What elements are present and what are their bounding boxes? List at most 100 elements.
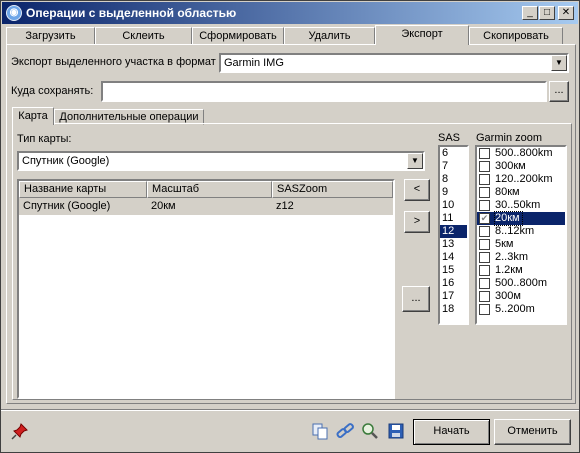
list-item[interactable]: 500..800m — [477, 277, 565, 290]
dialog-window: ◉ Операции с выделенной областью _ □ ✕ З… — [0, 0, 580, 453]
window-title: Операции с выделенной областью — [26, 6, 237, 20]
operations-tabs: Загрузить Склеить Сформировать Удалить Э… — [6, 25, 576, 45]
list-item[interactable]: 120..200km — [477, 173, 565, 186]
list-item[interactable]: 7 — [440, 160, 467, 173]
list-item-label: 300км — [495, 160, 526, 172]
checkbox[interactable] — [479, 252, 490, 263]
list-item[interactable]: 17 — [440, 290, 467, 303]
sas-label: SAS — [438, 132, 461, 144]
list-item-label: 20км — [494, 211, 523, 226]
cell-scale: 20км — [151, 200, 176, 212]
close-button[interactable]: ✕ — [558, 6, 574, 20]
maps-table: Название карты Масштаб SASZoom Спутник (… — [17, 179, 395, 399]
copy-icon[interactable] — [311, 422, 329, 440]
list-item-selected[interactable]: ✔ 20км — [477, 211, 565, 226]
footer-divider — [1, 409, 579, 411]
map-type-value: Спутник (Google) — [22, 155, 110, 167]
tab-merge[interactable]: Склеить — [95, 27, 192, 45]
list-item[interactable]: 5км — [477, 238, 565, 251]
garmin-zoom-list[interactable]: 500..800km 300км 120..200km 80км 30..50k… — [475, 145, 567, 325]
title-bar[interactable]: ◉ Операции с выделенной областью _ □ ✕ — [2, 2, 578, 24]
map-type-label: Тип карты: — [17, 133, 72, 145]
list-item-selected[interactable]: 12 — [440, 225, 467, 238]
list-item-label: 8..12km — [495, 225, 535, 237]
list-item[interactable]: 6 — [440, 147, 467, 160]
list-item-label: 30..50km — [495, 199, 541, 211]
browse-button[interactable]: ... — [549, 81, 569, 102]
list-item-label: 500..800km — [495, 147, 553, 159]
tab-generate[interactable]: Сформировать — [192, 27, 284, 45]
list-item[interactable]: 500..800km — [477, 147, 565, 160]
list-item[interactable]: 1.2км — [477, 264, 565, 277]
table-row[interactable]: Спутник (Google) 20км z12 — [19, 198, 393, 215]
checkbox[interactable] — [479, 174, 490, 185]
column-header-map-name[interactable]: Название карты — [19, 181, 147, 198]
list-item[interactable]: 8 — [440, 173, 467, 186]
checkbox[interactable] — [479, 239, 490, 250]
subtab-map[interactable]: Карта — [12, 107, 54, 125]
checkbox[interactable] — [479, 291, 490, 302]
checkbox[interactable] — [479, 187, 490, 198]
more-options-button[interactable]: ... — [402, 286, 430, 312]
checkbox[interactable] — [479, 265, 490, 276]
list-item-label: 2..3km — [495, 251, 529, 263]
column-header-scale[interactable]: Масштаб — [147, 181, 272, 198]
list-item[interactable]: 9 — [440, 186, 467, 199]
list-item[interactable]: 10 — [440, 199, 467, 212]
maximize-button[interactable]: □ — [539, 6, 555, 20]
start-button[interactable]: Начать — [413, 419, 490, 445]
cell-saszoom: z12 — [276, 200, 294, 212]
format-select[interactable]: Garmin IMG ▼ — [219, 53, 569, 73]
column-header-saszoom[interactable]: SASZoom — [272, 181, 393, 198]
chevron-down-icon[interactable]: ▼ — [407, 153, 423, 169]
checkbox[interactable] — [479, 200, 490, 211]
tab-export[interactable]: Экспорт — [375, 25, 469, 45]
save-path-input[interactable] — [101, 81, 547, 102]
app-globe-icon: ◉ — [6, 5, 22, 21]
list-item-label: 80км — [495, 186, 520, 198]
list-item[interactable]: 80км — [477, 186, 565, 199]
list-item[interactable]: 18 — [440, 303, 467, 316]
list-item-label: 5..200m — [495, 303, 535, 315]
list-item[interactable]: 8..12km — [477, 225, 565, 238]
link-icon[interactable] — [336, 422, 354, 440]
checkbox[interactable] — [479, 226, 490, 237]
list-item[interactable]: 300м — [477, 290, 565, 303]
garmin-zoom-label: Garmin zoom — [476, 132, 543, 144]
format-value: Garmin IMG — [224, 57, 284, 69]
checkbox[interactable] — [479, 278, 490, 289]
checkbox-checked[interactable]: ✔ — [479, 213, 490, 224]
map-type-select[interactable]: Спутник (Google) ▼ — [17, 151, 425, 171]
list-item[interactable]: 30..50km — [477, 199, 565, 212]
cancel-button[interactable]: Отменить — [494, 419, 571, 445]
checkbox[interactable] — [479, 304, 490, 315]
tab-copy[interactable]: Скопировать — [469, 27, 563, 45]
minimize-button[interactable]: _ — [522, 6, 538, 20]
list-item[interactable]: 300км — [477, 160, 565, 173]
list-item-label: 500..800m — [495, 277, 547, 289]
list-item[interactable]: 14 — [440, 251, 467, 264]
list-item-label: 5км — [495, 238, 514, 250]
checkbox[interactable] — [479, 161, 490, 172]
zoom-icon[interactable] — [361, 422, 379, 440]
tab-download[interactable]: Загрузить — [6, 27, 95, 45]
cell-map-name: Спутник (Google) — [23, 200, 111, 212]
pin-icon[interactable] — [11, 422, 29, 440]
add-map-button[interactable]: < — [404, 179, 430, 201]
checkbox[interactable] — [479, 148, 490, 159]
save-icon[interactable] — [387, 422, 405, 440]
list-item[interactable]: 15 — [440, 264, 467, 277]
list-item[interactable]: 16 — [440, 277, 467, 290]
sas-zoom-list[interactable]: 6 7 8 9 10 11 12 13 14 15 16 17 18 — [438, 145, 469, 325]
format-label: Экспорт выделенного участка в формат — [11, 56, 216, 68]
list-item[interactable]: 5..200m — [477, 303, 565, 316]
chevron-down-icon[interactable]: ▼ — [551, 55, 567, 71]
list-item[interactable]: 11 — [440, 212, 467, 225]
list-item-label: 120..200km — [495, 173, 553, 185]
list-item-label: 1.2км — [495, 264, 523, 276]
list-item[interactable]: 2..3km — [477, 251, 565, 264]
list-item[interactable]: 13 — [440, 238, 467, 251]
tab-delete[interactable]: Удалить — [284, 27, 375, 45]
save-path-label: Куда сохранять: — [11, 85, 94, 97]
remove-map-button[interactable]: > — [404, 211, 430, 233]
